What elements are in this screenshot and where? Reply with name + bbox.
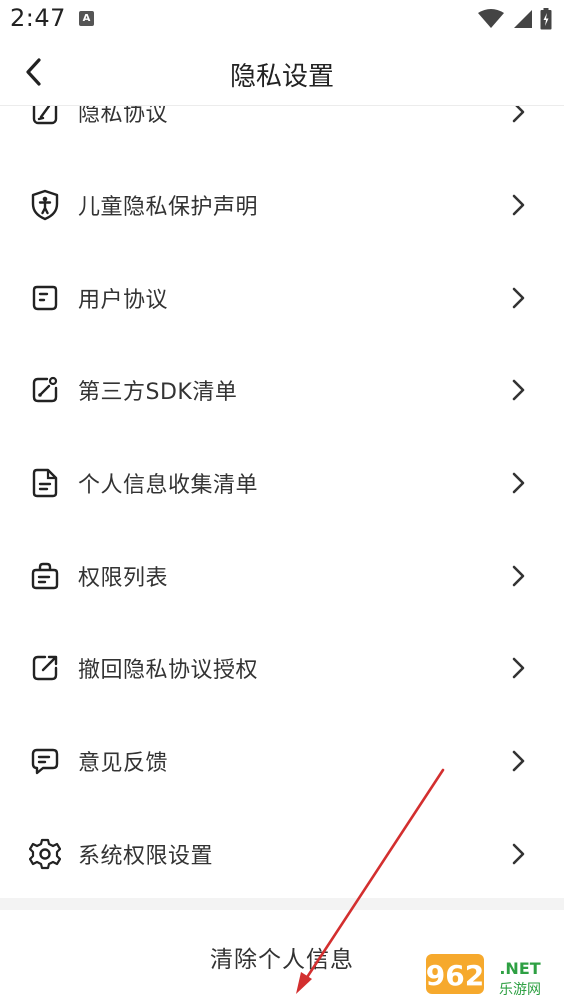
menu-label: 用户协议	[78, 287, 169, 313]
menu-item-system-permissions[interactable]: 系统权限设置	[0, 808, 564, 901]
menu-label: 权限列表	[78, 565, 169, 591]
settings-menu-list: 隐私协议 儿童隐私保护声明 用户协议 第三方SDK清单 个人信息收集清单 权限列…	[0, 66, 564, 900]
section-divider	[0, 898, 564, 910]
status-time: 2:47	[10, 4, 66, 32]
svg-text:962: 962	[426, 959, 484, 992]
menu-item-permission-list[interactable]: 权限列表	[0, 529, 564, 622]
menu-label: 儿童隐私保护声明	[78, 195, 259, 221]
signal-icon	[514, 10, 532, 28]
page-title: 隐私设置	[229, 62, 334, 92]
chevron-right-icon	[512, 843, 525, 865]
menu-item-feedback[interactable]: 意见反馈	[0, 715, 564, 808]
menu-label: 意见反馈	[78, 751, 169, 777]
menu-label: 撤回隐私协议授权	[78, 658, 259, 684]
watermark-logo: 962 .NET 乐游网	[424, 952, 558, 1000]
menu-label: 个人信息收集清单	[78, 473, 259, 499]
menu-item-third-party-sdk[interactable]: 第三方SDK清单	[0, 344, 564, 437]
bag-icon	[28, 559, 62, 593]
battery-icon	[540, 8, 552, 30]
menu-item-user-agreement[interactable]: 用户协议	[0, 251, 564, 344]
external-edit-icon	[28, 373, 62, 407]
chevron-right-icon	[512, 380, 525, 401]
menu-label: 第三方SDK清单	[78, 380, 238, 406]
status-bar: 2:47 A	[0, 0, 564, 38]
shield-child-icon	[28, 188, 62, 222]
gear-icon	[28, 837, 62, 871]
file-list-icon	[28, 466, 62, 500]
a-badge-icon: A	[79, 11, 94, 26]
wifi-icon	[478, 9, 504, 28]
status-icons	[478, 8, 552, 30]
document-icon	[28, 281, 62, 315]
chevron-right-icon	[512, 750, 525, 772]
menu-item-personal-info-list[interactable]: 个人信息收集清单	[0, 437, 564, 530]
menu-item-child-privacy[interactable]: 儿童隐私保护声明	[0, 159, 564, 252]
chevron-right-icon	[512, 472, 525, 494]
menu-item-revoke-authorization[interactable]: 撤回隐私协议授权	[0, 622, 564, 715]
chevron-right-icon	[512, 287, 525, 309]
svg-text:乐游网: 乐游网	[499, 982, 541, 998]
chat-bubble-icon	[28, 744, 62, 778]
share-out-icon	[28, 651, 62, 685]
chevron-right-icon	[512, 194, 525, 216]
svg-text:.NET: .NET	[499, 959, 540, 978]
menu-label: 系统权限设置	[78, 843, 214, 869]
chevron-right-icon	[512, 658, 525, 679]
chevron-right-icon	[512, 565, 525, 587]
app-header: 隐私设置	[0, 38, 564, 106]
